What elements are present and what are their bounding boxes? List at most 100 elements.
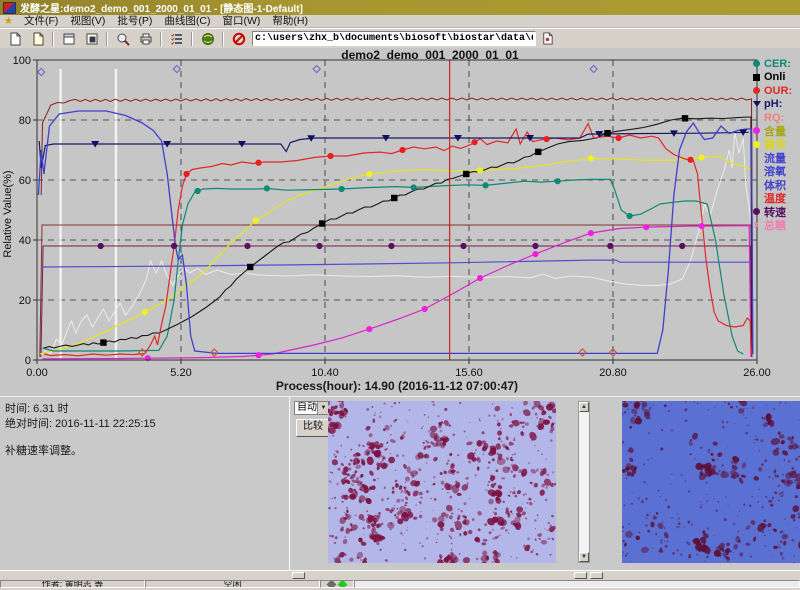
status-lamp-icon	[327, 580, 337, 588]
batch-list-icon[interactable]	[166, 29, 187, 48]
process-chart[interactable]: 0.00 5.20 10.40 15.60 20.80 26.00 0 20 40 60 80 100	[0, 48, 800, 396]
legend-label: Onli	[764, 71, 785, 83]
menu-item[interactable]: 曲线图(C)	[158, 15, 216, 27]
x-tick-label: 10.40	[311, 367, 339, 379]
window-cascade-icon[interactable]	[81, 29, 102, 48]
status-lamps	[320, 580, 354, 588]
series-流量	[40, 225, 752, 357]
legend-label: 总糖	[764, 217, 786, 233]
status-state: 空闲	[145, 580, 320, 588]
zoom-icon[interactable]	[112, 29, 133, 48]
chart-legend: CER:OnliOUR:pH:RQ:含量菌浓流量溶氧体积温度转速×总糖	[753, 57, 800, 232]
legend-item[interactable]: ×总糖	[753, 218, 800, 231]
menu-item[interactable]: 文件(F)	[18, 15, 64, 27]
legend-item[interactable]: CER:	[753, 57, 800, 70]
status-author: 作者: 黄明志 等	[0, 580, 145, 588]
legend-label: CER:	[764, 58, 791, 70]
micrograph-right-image	[622, 401, 800, 563]
menu-items: 文件(F)视图(V)批号(P)曲线图(C)窗口(W)帮助(H)	[18, 15, 314, 28]
y-tick-label: 20	[19, 295, 31, 307]
title-bar: 发酵之星:demo2_demo_001_2000_01_01 - [静态图-1-…	[0, 0, 800, 15]
path-browse-icon[interactable]	[537, 29, 558, 48]
legend-label: pH:	[764, 98, 782, 110]
x-axis-label: Process(hour): 14.90 (2016-11-12 07:00:4…	[37, 379, 757, 393]
x-tick-label: 15.60	[455, 367, 483, 379]
series-体积	[43, 260, 752, 267]
x-tick-label: 26.00	[743, 367, 771, 379]
micrograph-right	[622, 401, 800, 563]
x-tick-label: 20.80	[599, 367, 627, 379]
annotation-time: 时间: 6.31 时	[5, 402, 285, 417]
y-tick-label: 60	[19, 175, 31, 187]
panel-separator	[289, 397, 290, 571]
y-tick-label: 80	[19, 115, 31, 127]
legend-marker-icon	[753, 101, 764, 107]
splitter-button-2[interactable]	[590, 572, 603, 579]
legend-marker-icon: ×	[753, 222, 764, 229]
status-bar: 作者: 黄明志 等 空闲	[0, 580, 800, 590]
status-lamp-icon	[338, 580, 348, 588]
x-tick-label: 5.20	[170, 367, 191, 379]
app-icon	[3, 2, 16, 14]
legend-item[interactable]: pH:	[753, 97, 800, 110]
annotation-abs-time: 绝对时间: 2016-11-11 22:25:15	[5, 417, 285, 432]
y-tick-label: 40	[19, 235, 31, 247]
scroll-down-icon[interactable]: ▼	[579, 552, 589, 562]
legend-item[interactable]: OUR:	[753, 84, 800, 97]
data-globe-icon[interactable]	[197, 29, 218, 48]
mode-dropdown[interactable]: 自动 ▼	[294, 401, 330, 415]
y-tick-label: 100	[13, 55, 31, 67]
menu-item[interactable]: 视图(V)	[64, 15, 111, 27]
open-file-icon[interactable]	[27, 29, 48, 48]
annotation-panel: 时间: 6.31 时 绝对时间: 2016-11-11 22:25:15 补糖速…	[5, 402, 285, 459]
legend-label: OUR:	[764, 85, 792, 97]
menu-item[interactable]: 批号(P)	[111, 15, 158, 27]
legend-marker-icon	[753, 141, 764, 148]
toolbar-separator	[160, 32, 162, 46]
series-溶氧	[38, 111, 752, 354]
splitter-button-left[interactable]	[292, 572, 305, 579]
legend-marker-icon	[753, 74, 764, 81]
toolbar-separator	[106, 32, 108, 46]
toolbar	[0, 28, 800, 48]
x-tick-label: 0.00	[26, 367, 47, 379]
y-tick-label: 0	[25, 355, 31, 367]
series-菌浓	[40, 156, 752, 354]
legend-marker-icon	[753, 87, 764, 94]
scroll-up-icon[interactable]: ▲	[579, 402, 589, 412]
window-tile-icon[interactable]	[58, 29, 79, 48]
mdi-child-icon[interactable]: ★	[0, 16, 18, 27]
print-icon[interactable]	[135, 29, 156, 48]
chart-region: demo2_demo_001_2000_01_01 0.005.2010.401…	[0, 48, 800, 396]
stop-icon[interactable]	[228, 29, 249, 48]
toolbar-buttons	[3, 29, 250, 48]
legend-marker-icon	[753, 127, 764, 134]
toolbar-separator	[191, 32, 193, 46]
legend-item[interactable]: Onli	[753, 70, 800, 83]
micrograph-left-image	[328, 401, 556, 563]
status-empty	[354, 580, 800, 588]
series-Online	[44, 117, 752, 354]
compare-button[interactable]: 比较	[296, 419, 330, 437]
annotation-note: 补糖速率调整。	[5, 444, 285, 459]
toolbar-separator	[52, 32, 54, 46]
legend-label: RQ:	[764, 112, 784, 124]
legend-marker-icon	[753, 60, 764, 67]
series-RQ	[40, 132, 752, 357]
new-file-icon[interactable]	[4, 29, 25, 48]
horizontal-splitter[interactable]	[0, 570, 800, 580]
legend-marker-icon	[753, 208, 764, 215]
y-axis-label: Relative Value(%)	[2, 149, 14, 279]
menu-item[interactable]: 帮助(H)	[266, 15, 314, 27]
splitter-button-1[interactable]	[574, 572, 587, 579]
window-title: 发酵之星:demo2_demo_001_2000_01_01 - [静态图-1-…	[20, 0, 303, 15]
toolbar-separator	[222, 32, 224, 46]
bottom-panel: 时间: 6.31 时 绝对时间: 2016-11-11 22:25:15 补糖速…	[0, 396, 800, 570]
menu-bar: ★ 文件(F)视图(V)批号(P)曲线图(C)窗口(W)帮助(H)	[0, 15, 800, 28]
menu-item[interactable]: 窗口(W)	[216, 15, 266, 27]
image-vertical-scrollbar[interactable]: ▲ ▼	[578, 401, 590, 563]
app-window: { "window": { "title": "发酵之星:demo2_demo_…	[0, 0, 800, 590]
file-path-input[interactable]	[252, 31, 536, 46]
micrograph-left	[328, 401, 556, 563]
mode-dropdown-value: 自动	[295, 402, 317, 414]
